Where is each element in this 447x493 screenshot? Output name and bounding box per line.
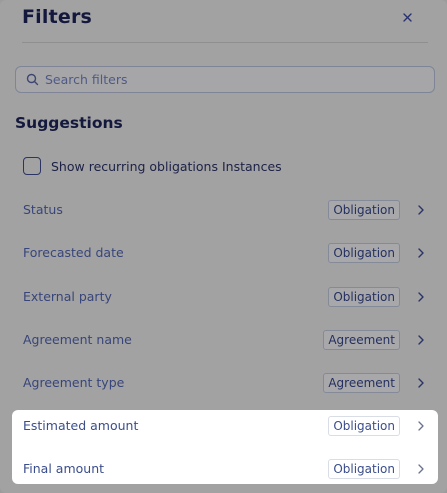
close-icon [402, 12, 412, 22]
panel-header: Filters [22, 6, 428, 43]
filter-item-badge: Obligation [328, 416, 400, 436]
search-input[interactable] [45, 72, 415, 87]
suggestions-title: Suggestions [15, 114, 123, 132]
filter-item-forecasted-date[interactable]: Forecasted date Obligation [12, 239, 438, 269]
chevron-right-icon [416, 462, 426, 476]
filter-item-final-amount[interactable]: Final amount Obligation [12, 455, 438, 485]
filters-panel: Filters Suggestions Show recurring oblig… [0, 0, 447, 493]
filter-item-agreement-name[interactable]: Agreement name Agreement [12, 326, 438, 356]
chevron-right-icon [416, 203, 426, 217]
recurring-checkbox-label: Show recurring obligations Instances [51, 158, 282, 174]
filter-item-badge: Obligation [328, 243, 400, 263]
search-box[interactable] [15, 66, 435, 93]
filter-item-label: Status [23, 202, 63, 217]
chevron-right-icon [416, 419, 426, 433]
chevron-right-icon [416, 333, 426, 347]
chevron-right-icon [416, 246, 426, 260]
filter-item-estimated-amount[interactable]: Estimated amount Obligation [12, 412, 438, 442]
filter-item-label: Agreement name [23, 332, 132, 347]
recurring-checkbox[interactable] [23, 157, 41, 175]
filter-item-label: Forecasted date [23, 245, 124, 260]
filter-item-badge: Agreement [323, 330, 400, 350]
filter-item-badge: Obligation [328, 459, 400, 479]
filter-item-label: Final amount [23, 461, 105, 476]
recurring-checkbox-row[interactable]: Show recurring obligations Instances [23, 155, 282, 177]
search-icon [25, 73, 39, 87]
filter-item-status[interactable]: Status Obligation [12, 196, 438, 226]
chevron-right-icon [416, 290, 426, 304]
filter-item-label: External party [23, 289, 112, 304]
chevron-right-icon [416, 376, 426, 390]
filter-item-badge: Obligation [328, 200, 400, 220]
filter-item-label: Agreement type [23, 375, 125, 390]
filter-item-agreement-type[interactable]: Agreement type Agreement [12, 369, 438, 399]
close-button[interactable] [398, 8, 416, 26]
filter-item-label: Estimated amount [23, 418, 139, 433]
filter-item-badge: Obligation [328, 287, 400, 307]
filter-item-badge: Agreement [323, 373, 400, 393]
filter-item-external-party[interactable]: External party Obligation [12, 283, 438, 313]
panel-title: Filters [22, 6, 93, 28]
